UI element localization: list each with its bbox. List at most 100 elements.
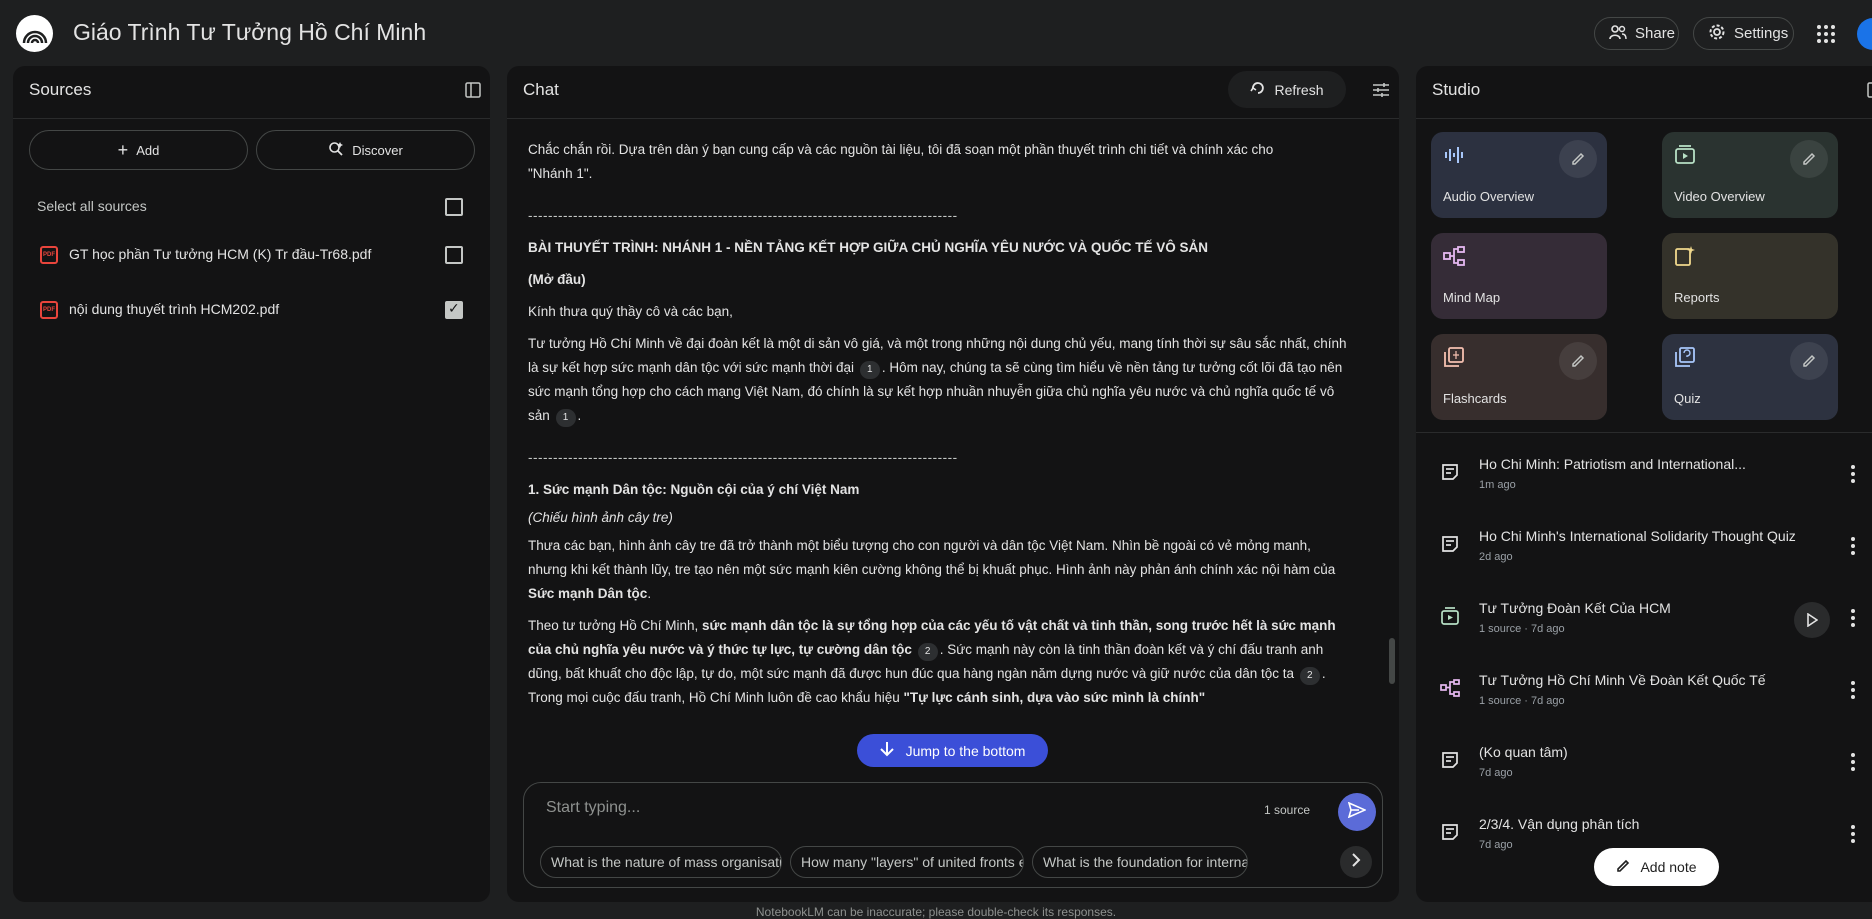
- tile-label: Flashcards: [1443, 391, 1507, 406]
- apps-grid-icon[interactable]: [1814, 22, 1838, 46]
- collapse-studio-icon[interactable]: [1867, 82, 1872, 103]
- citation-chip[interactable]: 2: [917, 643, 938, 661]
- send-arrow-icon: [1347, 801, 1367, 823]
- studio-notes-divider: [1416, 432, 1872, 433]
- tile-label: Reports: [1674, 290, 1720, 305]
- studio-note-item[interactable]: Ho Chi Minh: Patriotism and Internationa…: [1416, 440, 1872, 512]
- more-vert-icon[interactable]: [1850, 464, 1856, 484]
- audio-overview-tile[interactable]: Audio Overview: [1431, 132, 1607, 218]
- plus-icon: +: [117, 139, 129, 160]
- studio-note-item[interactable]: (Ko quan tâm) 7d ago: [1416, 728, 1872, 800]
- presentation-heading: BÀI THUYẾT TRÌNH: NHÁNH 1 - NỀN TẢNG KẾT…: [528, 240, 1208, 255]
- citation-chip[interactable]: 1: [555, 409, 576, 427]
- share-button[interactable]: Share: [1594, 17, 1679, 50]
- discover-sources-button[interactable]: Discover: [256, 130, 475, 170]
- tile-label: Mind Map: [1443, 290, 1501, 305]
- select-all-checkbox[interactable]: [445, 198, 463, 216]
- more-vert-icon[interactable]: [1850, 536, 1856, 556]
- greeting: Kính thưa quý thầy cô và các bạn,: [528, 304, 733, 319]
- tune-settings-icon[interactable]: [1372, 82, 1390, 103]
- paragraph-text: .: [647, 586, 652, 601]
- note-title: (Ko quan tâm): [1479, 744, 1568, 760]
- pdf-icon: PDF: [40, 301, 58, 319]
- source-count: 1 source: [1264, 803, 1311, 817]
- disclaimer-footer: NotebookLM can be inaccurate; please dou…: [755, 905, 1117, 919]
- more-vert-icon[interactable]: [1850, 824, 1856, 844]
- top-bar: Giáo Trình Tư Tưởng Hồ Chí Minh Share Se…: [0, 0, 1872, 66]
- citation-chip[interactable]: 1: [859, 361, 880, 379]
- paragraph: Thưa các bạn, hình ảnh cây tre đã trở th…: [528, 534, 1348, 606]
- play-icon[interactable]: [1794, 602, 1830, 638]
- more-vert-icon[interactable]: [1850, 752, 1856, 772]
- note-title: Ho Chi Minh's International Solidarity T…: [1479, 528, 1796, 544]
- chat-input-box[interactable]: Start typing... 1 source What is the nat…: [523, 782, 1383, 888]
- add-note-button[interactable]: Add note: [1594, 848, 1719, 886]
- avatar[interactable]: [1857, 18, 1872, 50]
- more-vert-icon[interactable]: [1850, 680, 1856, 700]
- settings-button[interactable]: Settings: [1693, 17, 1794, 50]
- share-label: Share: [1635, 25, 1676, 42]
- chat-message: Chắc chắn rồi. Dựa trên dàn ý bạn cung c…: [528, 138, 1348, 718]
- flashcards-icon: [1443, 346, 1465, 368]
- opening-label: (Mở đầu): [528, 272, 586, 287]
- section-heading: 1. Sức mạnh Dân tộc: Nguồn cội của ý chí…: [528, 482, 860, 497]
- refresh-button[interactable]: Refresh: [1228, 71, 1346, 108]
- collapse-panel-icon[interactable]: [465, 82, 481, 103]
- bold-text: "Tự lực cánh sinh, dựa vào sức mình là c…: [903, 690, 1206, 705]
- studio-note-item[interactable]: Tư Tưởng Đoàn Kết Của HCM 1 source · 7d a…: [1416, 584, 1872, 656]
- edit-pencil-icon[interactable]: [1790, 342, 1828, 380]
- edit-pencil-icon[interactable]: [1790, 140, 1828, 178]
- mindmap-icon: [1443, 245, 1465, 267]
- reports-tile[interactable]: Reports: [1662, 233, 1838, 319]
- source-checkbox[interactable]: [445, 246, 463, 264]
- separator-dashes: ----------------------------------------…: [528, 450, 958, 465]
- note-icon: [1440, 750, 1462, 772]
- send-button[interactable]: [1338, 793, 1376, 831]
- suggestion-chip[interactable]: How many "layers" of united fronts exist…: [790, 846, 1024, 878]
- add-source-button[interactable]: + Add: [29, 130, 248, 170]
- separator-dashes: ----------------------------------------…: [528, 208, 958, 223]
- jump-label: Jump to the bottom: [905, 742, 1026, 759]
- more-vert-icon[interactable]: [1850, 608, 1856, 628]
- note-icon: [1440, 822, 1462, 844]
- video-overview-tile[interactable]: Video Overview: [1662, 132, 1838, 218]
- sources-title: Sources: [29, 80, 92, 99]
- studio-note-item[interactable]: Ho Chi Minh's International Solidarity T…: [1416, 512, 1872, 584]
- tile-label: Video Overview: [1674, 189, 1765, 204]
- bold-text: Sức mạnh Dân tộc: [528, 586, 648, 601]
- note-title: Tư Tưởng Hồ Chí Minh Về Đoàn Kết Quốc Tế: [1479, 672, 1766, 688]
- jump-to-bottom-button[interactable]: Jump to the bottom: [857, 734, 1048, 767]
- source-label: GT học phần Tư tưởng HCM (K) Tr đầu-Tr68…: [69, 246, 372, 262]
- notebooklm-logo-icon[interactable]: [16, 15, 53, 52]
- note-meta: 2d ago: [1479, 551, 1513, 563]
- scrollbar-thumb[interactable]: [1389, 638, 1395, 684]
- suggestions-next-button[interactable]: [1340, 846, 1372, 878]
- section-note: (Chiếu hình ảnh cây tre): [528, 510, 673, 525]
- source-label: nội dung thuyết trình HCM202.pdf: [69, 301, 280, 317]
- flashcards-tile[interactable]: Flashcards: [1431, 334, 1607, 420]
- edit-pencil-icon[interactable]: [1559, 140, 1597, 178]
- suggestion-chip[interactable]: What is the nature of mass organisations…: [540, 846, 782, 878]
- paragraph-text: .: [577, 408, 582, 423]
- gear-icon: [1708, 23, 1726, 45]
- citation-chip[interactable]: 2: [1299, 667, 1320, 685]
- suggestion-chip[interactable]: What is the foundation for international…: [1032, 846, 1248, 878]
- quiz-tile[interactable]: Quiz: [1662, 334, 1838, 420]
- edit-pencil-icon[interactable]: [1559, 342, 1597, 380]
- studio-note-item[interactable]: Tư Tưởng Hồ Chí Minh Về Đoàn Kết Quốc Tế…: [1416, 656, 1872, 728]
- note-title: 2/3/4. Vận dụng phân tích: [1479, 816, 1640, 832]
- source-checkbox[interactable]: [445, 300, 463, 319]
- chat-input-placeholder[interactable]: Start typing...: [546, 799, 640, 817]
- chevron-right-icon: [1351, 852, 1361, 872]
- mind-map-tile[interactable]: Mind Map: [1431, 233, 1607, 319]
- quiz-icon: [1674, 346, 1696, 368]
- chat-title: Chat: [523, 80, 559, 99]
- discover-search-icon: [328, 141, 344, 160]
- add-label: Add: [136, 142, 160, 158]
- notebook-title[interactable]: Giáo Trình Tư Tưởng Hồ Chí Minh: [73, 19, 426, 46]
- share-people-icon: [1609, 24, 1627, 44]
- note-meta: 1 source · 7d ago: [1479, 695, 1565, 707]
- pdf-icon: PDF: [40, 246, 58, 264]
- tile-label: Quiz: [1674, 391, 1701, 406]
- note-meta: 7d ago: [1479, 767, 1513, 779]
